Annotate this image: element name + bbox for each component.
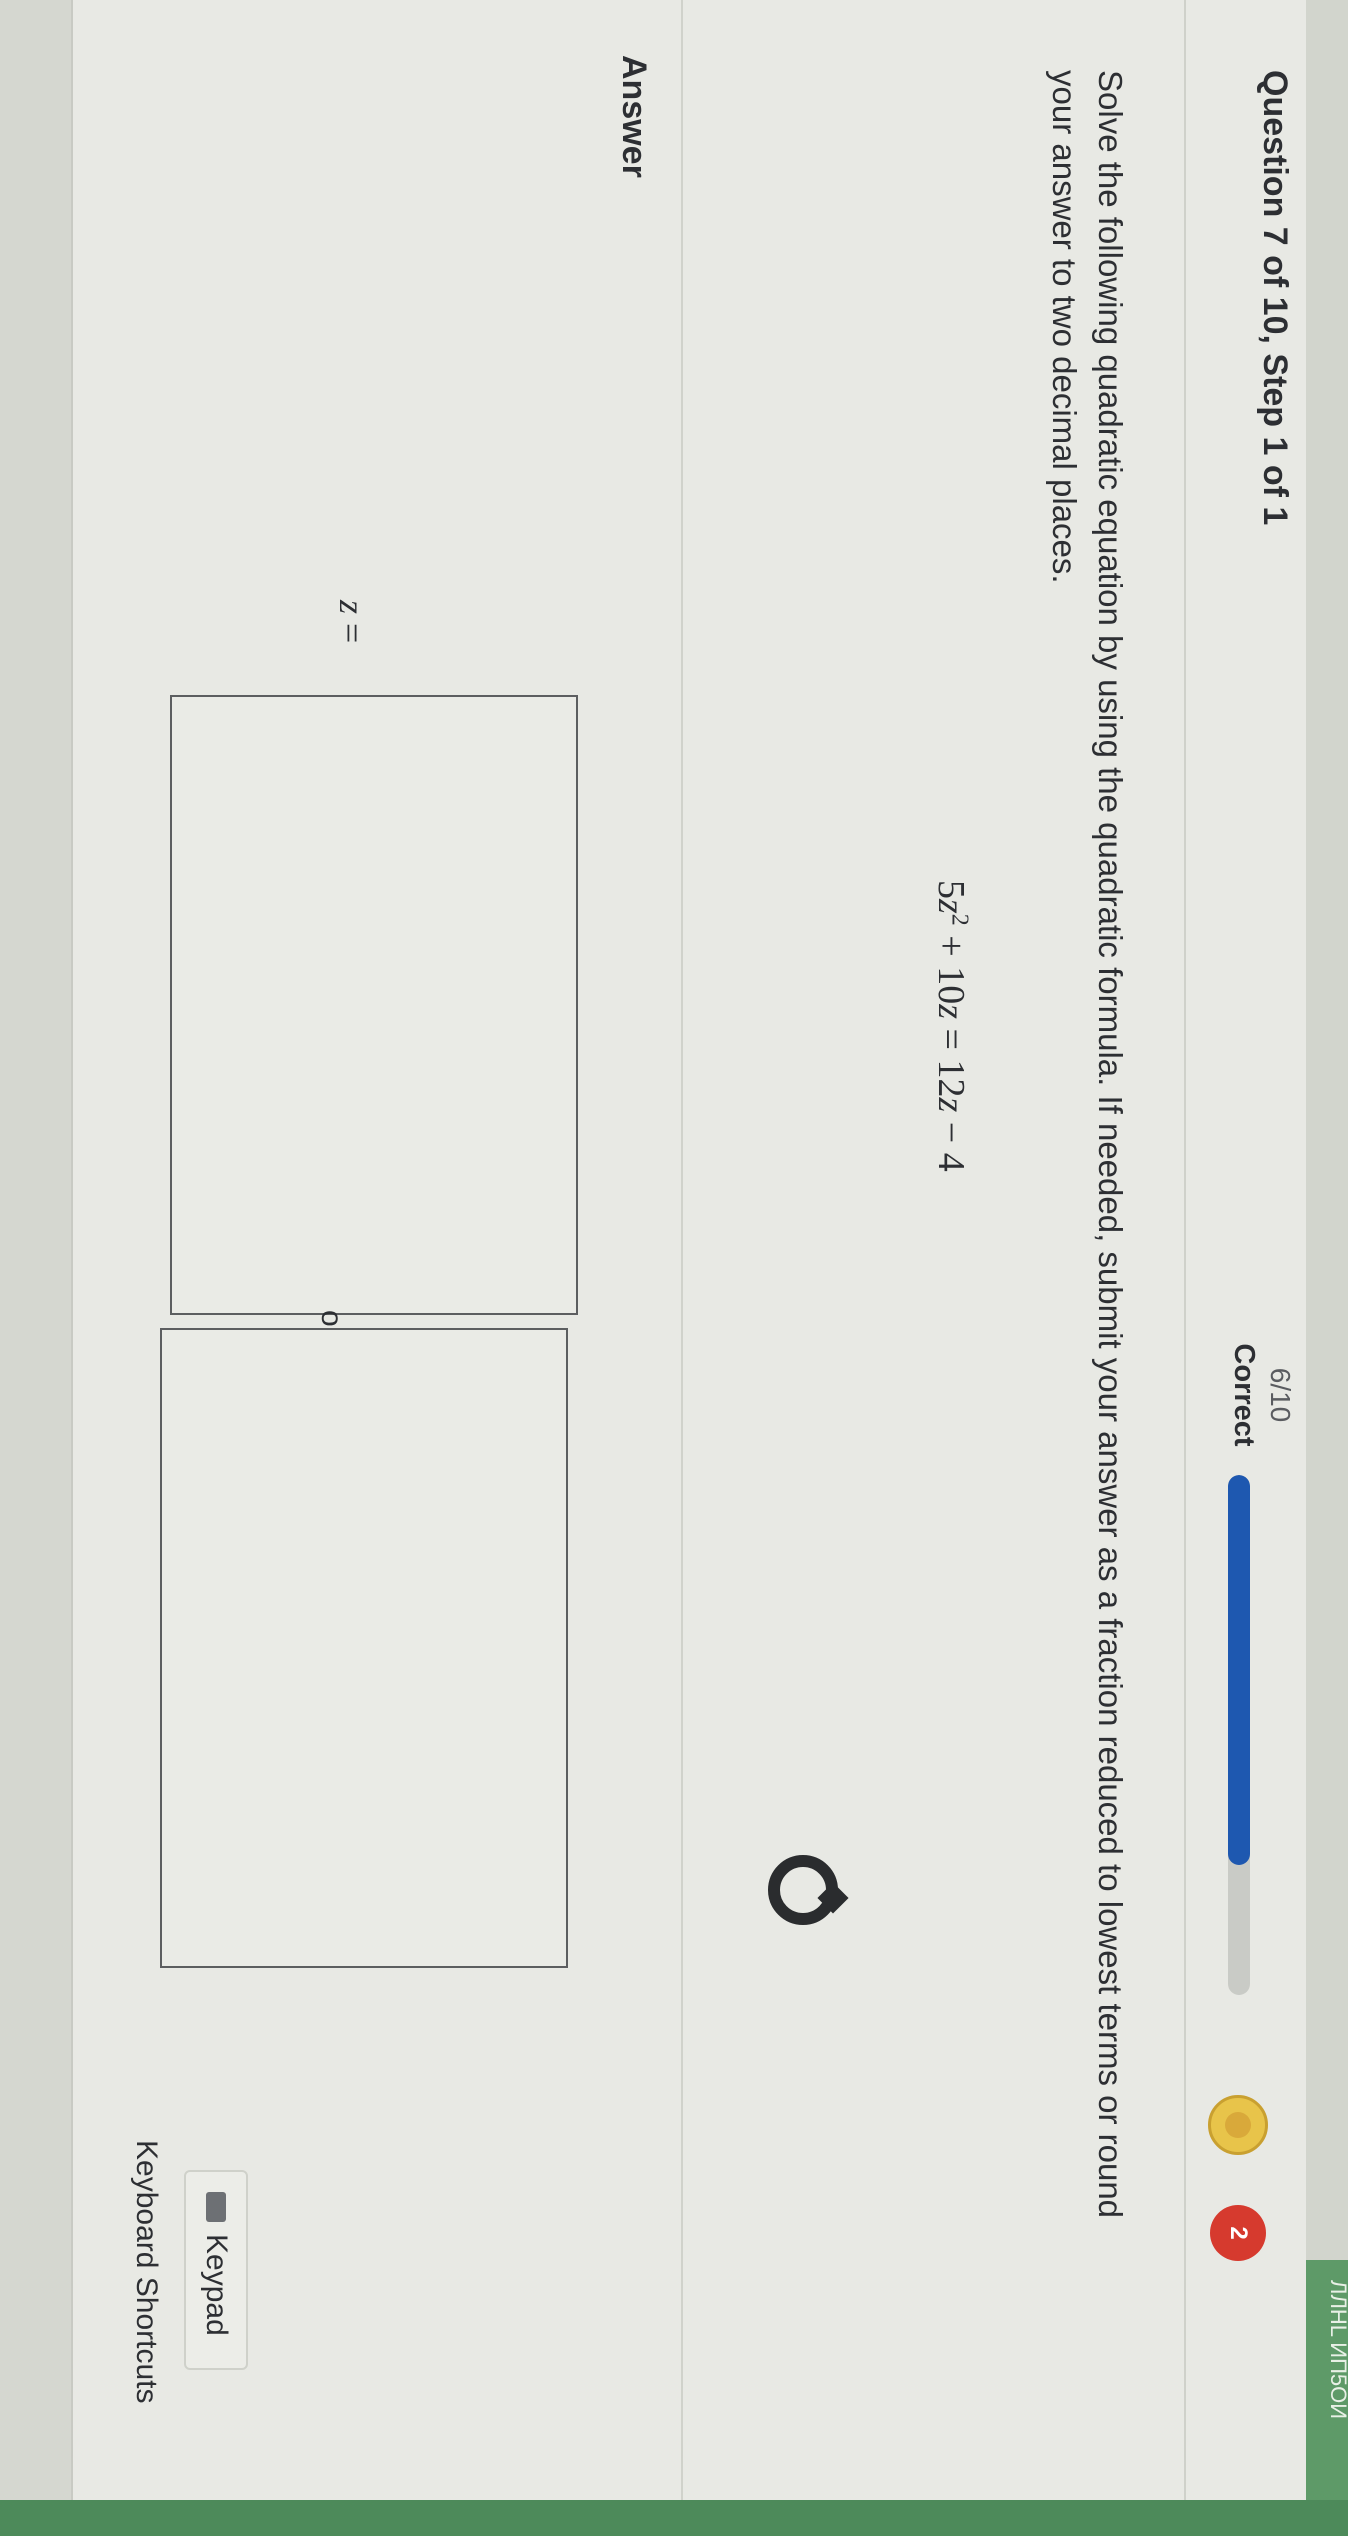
keypad-label: Keypad [200, 2234, 233, 2336]
answer-input-1[interactable] [170, 695, 578, 1315]
equation-var: z [930, 1097, 972, 1113]
keypad-button[interactable]: Keypad [184, 2170, 248, 2370]
score-block: 6/10 Correct [1227, 1335, 1296, 1455]
equation-coef-a: 5 [930, 880, 972, 899]
equation-plus: + [930, 935, 972, 957]
screen: ЛЛНL ИП5ОИ Question 7 of 10, Step 1 of 1… [0, 0, 1348, 2536]
answer-variable: z [332, 600, 372, 615]
keypad-icon [206, 2192, 226, 2222]
browser-top-strip [1306, 0, 1348, 2536]
question-prompt: Solve the following quadratic equation b… [1046, 70, 1129, 2219]
heart-icon[interactable]: 2 [1210, 2205, 1266, 2261]
answer-equals: = [332, 623, 372, 644]
score-status: Correct [1228, 1343, 1260, 1447]
equation-exponent: 2 [946, 913, 973, 926]
question-page: ЛЛНL ИП5ОИ Question 7 of 10, Step 1 of 1… [0, 0, 1348, 2536]
equation-var: z [930, 899, 972, 914]
score-text: 6/10 [1265, 1367, 1296, 1423]
equation-var: z [930, 1004, 972, 1020]
equation-minus: − [930, 1121, 972, 1144]
progress-bar [1228, 1475, 1250, 1995]
answer-variable-label: z = [331, 600, 373, 643]
equation-constant: 4 [930, 1152, 972, 1172]
answer-label: Answer [615, 55, 653, 178]
window-title-fragment: ЛЛНL ИП5ОИ [1306, 2260, 1348, 2500]
question-label: Question 7 of 10, Step 1 of 1 [1256, 70, 1294, 526]
loader-icon [768, 1855, 838, 1925]
equation: 5z2 + 10z = 12z − 4 [929, 880, 973, 1172]
answer-input-2[interactable] [160, 1328, 568, 1968]
question-header: Question 7 of 10, Step 1 of 1 6/10 Corre… [1184, 0, 1306, 2500]
side-accent-bar [0, 2500, 1348, 2536]
equation-coef-c: 12 [930, 1059, 972, 1098]
keyboard-shortcuts-link[interactable]: Keyboard Shortcuts [129, 2140, 163, 2403]
section-divider [681, 0, 683, 2500]
equation-coef-b: 10 [930, 966, 972, 1005]
equation-equals: = [930, 1028, 972, 1050]
footer-strip [0, 0, 73, 2500]
progress-fill [1228, 1475, 1250, 1865]
coin-icon[interactable] [1208, 2095, 1268, 2155]
